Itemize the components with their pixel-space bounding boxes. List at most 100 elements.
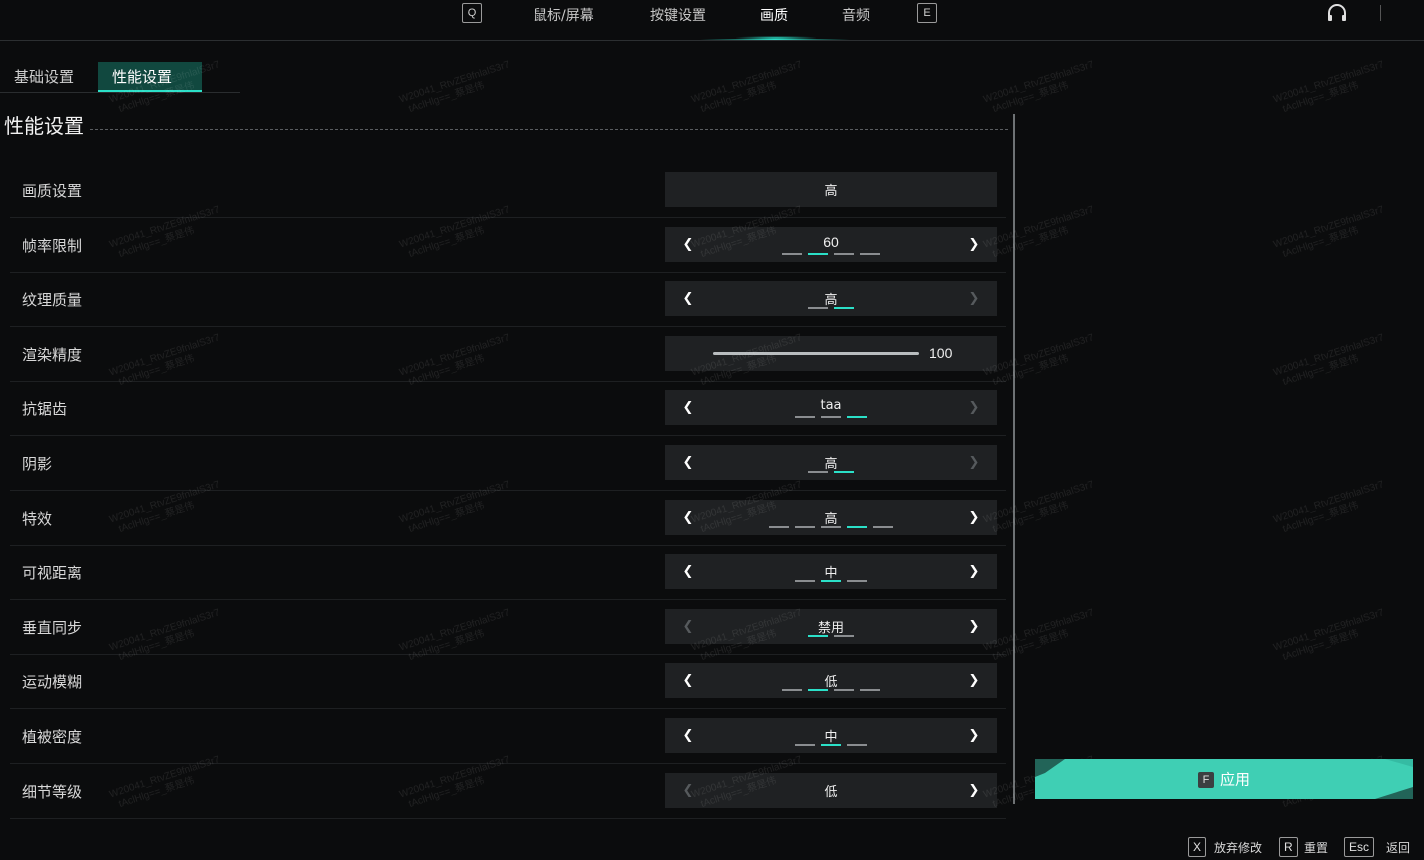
chevron-right-icon[interactable]: ❯ [959, 554, 989, 589]
watermark-line: tAclHlg==_蔡是伟 [699, 80, 778, 116]
key-hint-e[interactable]: E [917, 3, 937, 23]
option-indicator [665, 525, 997, 528]
chevron-left-icon[interactable]: ❮ [673, 281, 703, 316]
scrollbar[interactable] [1013, 114, 1015, 804]
watermark-line: tAclHlg==_蔡是伟 [407, 80, 486, 116]
chevron-left-icon[interactable]: ❮ [673, 554, 703, 589]
watermark: W20041_RtvZE9fnlalS3r7tAclHlg==_蔡是伟 [1272, 332, 1389, 391]
option-dot [808, 252, 828, 255]
setting-stepper[interactable]: 高 ❮ ❯ [665, 499, 997, 535]
option-dot [795, 416, 815, 419]
discard-changes-button[interactable]: 放弃修改 [1214, 839, 1262, 856]
watermark-line: tAclHlg==_蔡是伟 [991, 500, 1070, 536]
option-indicator [665, 634, 997, 637]
setting-label: 渲染精度 [22, 345, 83, 364]
option-dot [795, 525, 815, 528]
option-dot [821, 525, 841, 528]
watermark: W20041_RtvZE9fnlalS3r7tAclHlg==_蔡是伟 [1272, 479, 1389, 538]
watermark: W20041_RtvZE9fnlalS3r7tAclHlg==_蔡是伟 [690, 59, 807, 118]
chevron-right-icon[interactable]: ❯ [959, 390, 989, 425]
key-hint-esc[interactable]: Esc [1344, 837, 1375, 857]
setting-value: 高 [824, 293, 838, 309]
chevron-left-icon[interactable]: ❮ [673, 718, 703, 753]
key-hint-f: F [1197, 771, 1214, 788]
chevron-left-icon[interactable]: ❮ [673, 773, 703, 808]
setting-stepper[interactable]: 60 ❮ ❯ [665, 226, 997, 262]
chevron-left-icon[interactable]: ❮ [673, 445, 703, 480]
setting-stepper[interactable]: 高 ❮ ❯ [665, 445, 997, 480]
topbar-separator [1380, 5, 1381, 21]
watermark-line: tAclHlg==_蔡是伟 [991, 225, 1070, 261]
watermark-line: W20041_RtvZE9fnlalS3r7 [1272, 479, 1386, 526]
key-hint-r[interactable]: R [1279, 837, 1298, 857]
key-hint-x[interactable]: X [1188, 837, 1207, 857]
option-dot [847, 744, 867, 746]
tab-graphics[interactable]: 画质 [760, 5, 788, 25]
setting-stepper[interactable]: 中 ❮ ❯ [665, 554, 997, 590]
option-dot [834, 689, 854, 692]
chevron-left-icon[interactable]: ❮ [673, 500, 703, 535]
chevron-left-icon[interactable]: ❮ [673, 609, 703, 644]
setting-stepper[interactable]: 高 ❮ ❯ [665, 281, 997, 317]
watermark-line: tAclHlg==_蔡是伟 [991, 80, 1070, 116]
setting-button[interactable]: 高 [665, 172, 997, 207]
setting-label: 植被密度 [22, 728, 83, 746]
setting-row: 细节等级 低 ❮ ❯ [10, 764, 1006, 819]
watermark-line: tAclHlg==_蔡是伟 [1281, 80, 1360, 116]
chevron-right-icon[interactable]: ❯ [959, 718, 989, 753]
subtab-basic-settings[interactable]: 基础设置 [0, 62, 88, 92]
title-divider [90, 129, 1008, 130]
chevron-right-icon[interactable]: ❯ [959, 445, 989, 480]
setting-value: 禁用 [817, 620, 844, 636]
tab-mouse-screen[interactable]: 鼠标/屏幕 [533, 5, 594, 25]
chevron-right-icon[interactable]: ❯ [959, 773, 989, 808]
option-indicator [665, 744, 997, 746]
reset-button[interactable]: 重置 [1304, 839, 1328, 856]
apply-button[interactable]: F 应用 [1035, 759, 1413, 799]
watermark-line: tAclHlg==_蔡是伟 [1281, 628, 1360, 664]
option-dot [860, 252, 880, 255]
slider-track[interactable] [713, 351, 919, 355]
setting-label: 运动模糊 [22, 673, 83, 692]
subtab-divider [0, 92, 240, 93]
chevron-right-icon[interactable]: ❯ [959, 609, 989, 644]
option-dot [847, 525, 867, 528]
subtab-bar: 基础设置 性能设置 [0, 62, 240, 92]
setting-stepper[interactable]: taa ❮ ❯ [665, 390, 997, 426]
setting-label: 垂直同步 [22, 618, 83, 637]
setting-stepper[interactable]: 低 ❮ ❯ [665, 772, 997, 808]
setting-value: 60 [823, 233, 839, 250]
option-dot [821, 416, 841, 419]
option-dot [834, 307, 854, 310]
setting-stepper[interactable]: 禁用 ❮ ❯ [665, 608, 997, 644]
chevron-left-icon[interactable]: ❮ [673, 227, 703, 262]
option-dot [795, 580, 815, 583]
setting-row: 渲染精度 100 [10, 327, 1006, 382]
back-button[interactable]: 返回 [1386, 839, 1410, 856]
setting-slider[interactable]: 100 [665, 335, 997, 371]
headset-icon[interactable] [1326, 3, 1348, 25]
setting-value: 高 [824, 511, 838, 527]
setting-stepper[interactable]: 低 ❮ ❯ [665, 663, 997, 699]
subtab-performance-settings[interactable]: 性能设置 [98, 62, 202, 92]
apply-label: 应用 [1219, 770, 1250, 789]
setting-stepper[interactable]: 中 ❮ ❯ [665, 718, 997, 753]
setting-value: 高 [824, 184, 838, 199]
chevron-right-icon[interactable]: ❯ [959, 281, 989, 316]
tab-key-settings[interactable]: 按键设置 [650, 5, 706, 25]
setting-value: 低 [824, 675, 838, 691]
option-indicator [665, 580, 997, 583]
key-hint-q[interactable]: Q [462, 3, 482, 23]
setting-row: 特效 高 ❮ ❯ [10, 491, 1006, 546]
chevron-left-icon[interactable]: ❮ [673, 663, 703, 698]
chevron-right-icon[interactable]: ❯ [959, 227, 989, 262]
watermark-line: W20041_RtvZE9fnlalS3r7 [690, 59, 804, 106]
setting-label: 细节等级 [22, 782, 83, 801]
chevron-right-icon[interactable]: ❯ [959, 663, 989, 698]
watermark: W20041_RtvZE9fnlalS3r7tAclHlg==_蔡是伟 [982, 59, 1099, 118]
chevron-left-icon[interactable]: ❮ [673, 390, 703, 425]
chevron-right-icon[interactable]: ❯ [959, 500, 989, 535]
option-indicator [665, 689, 997, 692]
tab-audio[interactable]: 音频 [842, 5, 870, 25]
setting-value: 中 [824, 730, 838, 745]
